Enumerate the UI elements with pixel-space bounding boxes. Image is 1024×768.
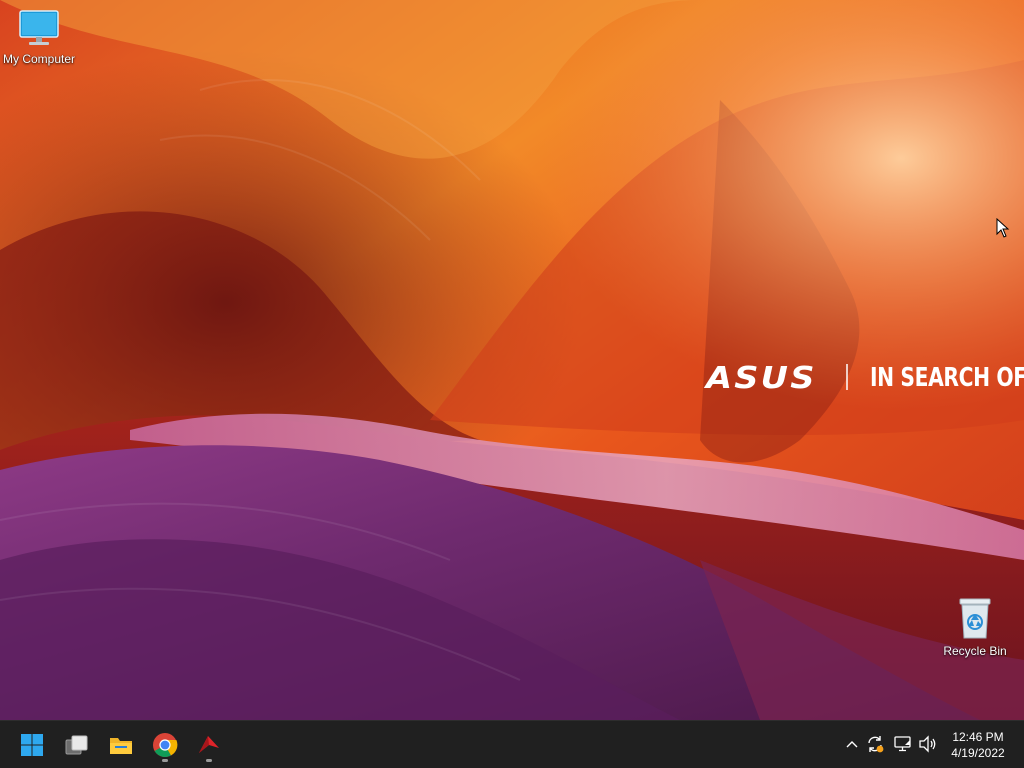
desktop-icon-recycle-bin[interactable]: Recycle Bin [933,596,1017,658]
wallpaper [0,0,1024,720]
clock-date: 4/19/2022 [951,746,1005,760]
tray-network-button[interactable] [892,733,914,755]
chrome-button[interactable] [145,725,185,765]
brand-tagline: IN SEARCH OF [870,363,1024,393]
chrome-icon [153,733,178,758]
tray-volume-button[interactable] [917,733,939,755]
task-view-button[interactable] [57,725,97,765]
recycle-bin-icon [959,598,991,639]
file-explorer-button[interactable] [101,725,141,765]
desktop-icon-label: Recycle Bin [943,644,1007,658]
monitor-icon [19,10,59,45]
network-icon [894,736,911,752]
red-arrow-app-icon [199,736,219,753]
tray-sync-button[interactable] [864,733,886,755]
task-view-icon [65,735,88,755]
folder-icon [110,738,132,754]
volume-icon [919,735,936,753]
brand-logo: ASUS [706,361,817,396]
taskbar: 12:46 PM 4/19/2022 [0,720,1024,768]
running-indicator [206,759,212,762]
start-button[interactable] [12,725,52,765]
clock[interactable]: 12:46 PM 4/19/2022 [944,729,1012,761]
brand-separator [846,364,848,390]
desktop-icon-label: My Computer [2,52,76,66]
app-button[interactable] [189,725,229,765]
mouse-cursor-icon [996,218,1010,238]
chevron-up-icon [846,741,858,748]
sync-icon [868,736,884,753]
windows-logo-icon [21,734,43,756]
running-indicator [162,759,168,762]
show-hidden-icons-button[interactable] [841,733,863,755]
desktop[interactable]: My Computer Recycle Bin ASUS IN SEARCH O… [0,0,1024,720]
clock-time: 12:46 PM [952,730,1004,744]
desktop-icon-my-computer[interactable]: My Computer [0,8,81,66]
